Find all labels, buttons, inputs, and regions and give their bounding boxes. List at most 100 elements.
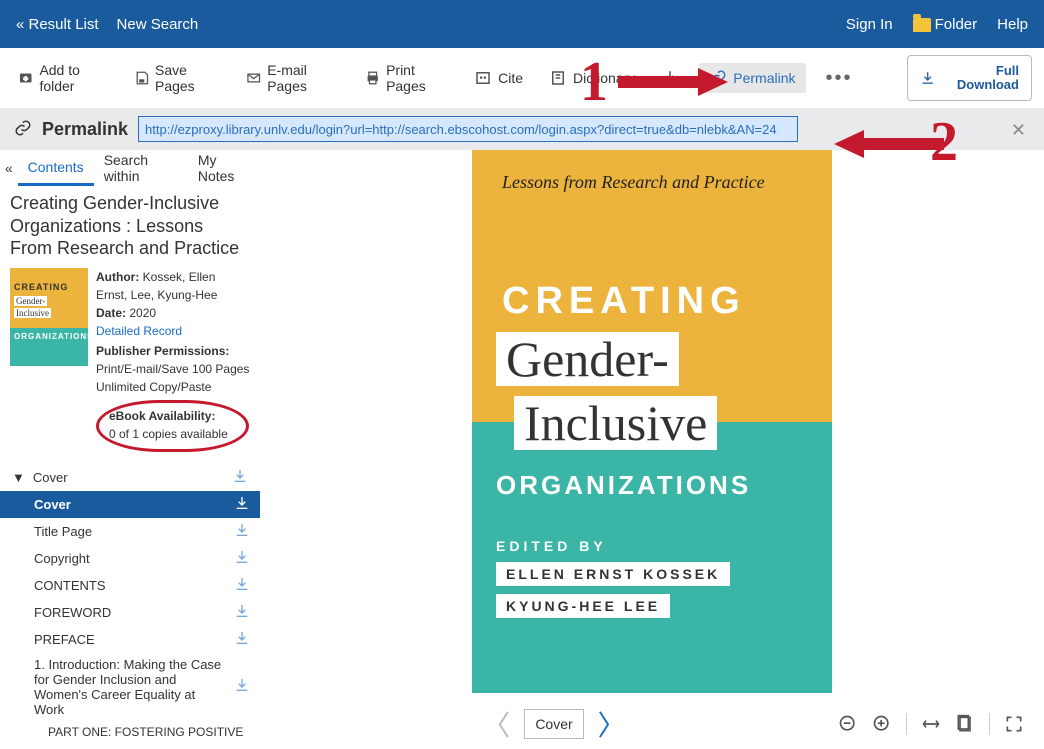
cite-icon [474, 69, 492, 87]
book-cover-page: Lessons from Research and Practice CREAT… [472, 150, 832, 693]
date-value: 2020 [129, 306, 156, 320]
plus-folder-icon [18, 69, 33, 87]
zoom-out-button[interactable] [838, 714, 858, 734]
record-details: Creating Gender-Inclusive Organizations … [0, 186, 260, 456]
download-icon[interactable] [234, 630, 250, 649]
full-download-button[interactable]: Full Download [907, 55, 1032, 102]
ebook-availability-value: 0 of 1 copies available [109, 425, 228, 443]
permalink-label: Permalink [733, 70, 795, 86]
download-icon[interactable] [234, 603, 250, 622]
cover-line-inclusive: Inclusive [514, 396, 717, 450]
toc-item-label: Title Page [34, 524, 92, 539]
toc-item-preface[interactable]: PREFACE [0, 626, 260, 653]
full-download-label: Full Download [943, 64, 1019, 93]
divider [906, 713, 907, 735]
download-icon[interactable] [234, 576, 250, 595]
toc-item-label: PART ONE: FOSTERING POSITIVE [48, 725, 243, 739]
toc-item-label: FOREWORD [34, 605, 111, 620]
permalink-button[interactable]: Permalink [699, 63, 805, 93]
download-icon[interactable] [234, 522, 250, 541]
cover-line-creating: CREATING [502, 280, 746, 323]
fit-width-button[interactable] [921, 714, 941, 734]
toc-item-label: Copyright [34, 551, 90, 566]
link-icon [14, 119, 32, 140]
action-toolbar: Add to folder Save Pages E-mail Pages Pr… [0, 48, 1044, 108]
toc-item-part-one[interactable]: PART ONE: FOSTERING POSITIVE [0, 721, 260, 743]
dictionary-button[interactable]: Dictionary [543, 65, 641, 91]
divider [989, 713, 990, 735]
toc-section-cover[interactable]: ▼ Cover [0, 464, 260, 491]
fit-page-button[interactable] [955, 714, 975, 734]
email-icon [246, 69, 261, 87]
print-icon [365, 69, 380, 87]
toc-item-label: 1. Introduction: Making the Case for Gen… [34, 657, 234, 717]
sign-in-link[interactable]: Sign In [846, 16, 893, 33]
more-actions-button[interactable]: ••• [820, 67, 859, 90]
toc-item-label: PREFACE [34, 632, 95, 647]
cite-label: Cite [498, 70, 523, 86]
save-icon [134, 69, 149, 87]
close-permalink-button[interactable]: ✕ [1011, 120, 1026, 141]
permalink-bar: Permalink ✕ [0, 108, 1044, 150]
toc-item-cover[interactable]: Cover [0, 491, 260, 518]
tab-contents[interactable]: Contents [18, 151, 94, 186]
toc-item-foreword[interactable]: FOREWORD [0, 599, 260, 626]
toc-item-chapter-1[interactable]: 1. Introduction: Making the Case for Gen… [0, 653, 260, 721]
top-nav-bar: « Result List New Search Sign In Folder … [0, 0, 1044, 48]
toc-section-label: Cover [33, 470, 68, 485]
email-pages-button[interactable]: E-mail Pages [240, 58, 345, 98]
toc-item-copyright[interactable]: Copyright [0, 545, 260, 572]
page-viewer: Lessons from Research and Practice CREAT… [260, 150, 1044, 749]
print-pages-button[interactable]: Print Pages [359, 58, 454, 98]
help-link[interactable]: Help [997, 16, 1028, 33]
cover-thumbnail[interactable]: CREATINGGender-Inclusive ORGANIZATIONS [10, 268, 88, 366]
dictionary-icon [549, 69, 567, 87]
cite-button[interactable]: Cite [468, 65, 529, 91]
download-icon[interactable] [234, 677, 250, 696]
download-icon [920, 69, 935, 87]
fullscreen-button[interactable] [1004, 714, 1024, 734]
add-to-folder-button[interactable]: Add to folder [12, 58, 114, 98]
publisher-permissions-label: Publisher Permissions: [96, 342, 250, 360]
chevron-down-icon: ▼ [12, 470, 25, 485]
detailed-record-link[interactable]: Detailed Record [96, 322, 250, 340]
collapse-panel-button[interactable]: « [0, 160, 18, 176]
record-metadata: Author: Kossek, Ellen Ernst, Lee, Kyung-… [96, 268, 250, 452]
download-icon[interactable] [234, 495, 250, 514]
zoom-in-button[interactable] [872, 714, 892, 734]
add-to-folder-label: Add to folder [39, 62, 107, 94]
save-pages-button[interactable]: Save Pages [128, 58, 226, 98]
prev-page-button[interactable]: 〈 [482, 704, 510, 744]
result-list-link[interactable]: « Result List [16, 16, 99, 33]
folder-label: Folder [935, 16, 978, 33]
cover-line-gender: Gender- [496, 332, 679, 386]
new-search-link[interactable]: New Search [117, 16, 199, 33]
ebook-availability-circled: eBook Availability: 0 of 1 copies availa… [96, 400, 249, 452]
cover-editor-1: ELLEN ERNST KOSSEK [496, 562, 730, 586]
tab-search-within[interactable]: Search within [94, 144, 188, 192]
permalink-heading: Permalink [42, 119, 128, 140]
toc-item-title-page[interactable]: Title Page [0, 518, 260, 545]
download-icon[interactable] [234, 549, 250, 568]
tab-my-notes[interactable]: My Notes [188, 144, 260, 192]
page-canvas[interactable]: Lessons from Research and Practice CREAT… [260, 150, 1044, 699]
link-icon [709, 69, 727, 87]
toc-item-contents[interactable]: CONTENTS [0, 572, 260, 599]
publisher-permissions-1: Print/E-mail/Save 100 Pages [96, 360, 250, 378]
record-title: Creating Gender-Inclusive Organizations … [10, 192, 250, 260]
next-page-button[interactable]: 〉 [598, 704, 626, 744]
print-pages-label: Print Pages [386, 62, 448, 94]
main-body: « Contents Search within My Notes Creati… [0, 150, 1044, 749]
permalink-url-input[interactable] [138, 116, 798, 142]
download-icon[interactable] [232, 468, 248, 487]
ebook-availability-label: eBook Availability: [109, 409, 215, 423]
export-button[interactable] [655, 65, 685, 91]
toc-item-label: Cover [34, 497, 71, 512]
folder-link[interactable]: Folder [913, 16, 978, 33]
left-panel: « Contents Search within My Notes Creati… [0, 150, 260, 749]
cover-editor-2: KYUNG-HEE LEE [496, 594, 670, 618]
email-pages-label: E-mail Pages [267, 62, 338, 94]
date-label: Date: [96, 306, 126, 320]
cover-edited-by: EDITED BY [496, 538, 607, 554]
page-indicator[interactable]: Cover [524, 709, 583, 739]
